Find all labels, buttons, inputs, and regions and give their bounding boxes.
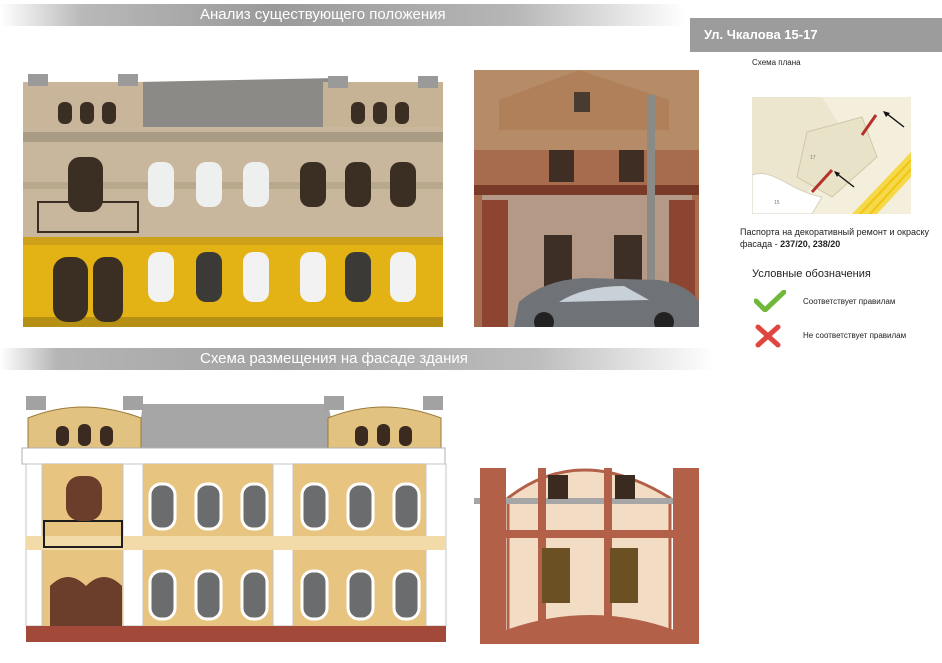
passport-info: Паспорта на декоративный ремонт и окраск… <box>740 226 940 250</box>
facade-drawing-main <box>18 396 448 643</box>
analysis-banner: Анализ существующего положения <box>0 4 685 26</box>
plan-caption: Схема плана <box>752 58 801 67</box>
address-label: Ул. Чкалова 15-17 <box>704 27 818 42</box>
scheme-title: Схема размещения на фасаде здания <box>200 350 468 367</box>
site-plan-map: 17 15 <box>751 97 912 215</box>
facade-drawing-side <box>470 450 702 646</box>
legend-label-noncompliant: Не соответствует правилам <box>803 331 907 340</box>
cross-icon <box>755 324 781 353</box>
building-photo-side <box>474 70 699 327</box>
address-box: Ул. Чкалова 15-17 <box>690 18 942 52</box>
checkmark-icon <box>753 289 787 317</box>
scheme-banner: Схема размещения на фасаде здания <box>0 348 715 370</box>
legend-title: Условные обозначения <box>752 268 871 280</box>
svg-text:15: 15 <box>774 200 780 206</box>
legend-label-compliant: Соответствует правилам <box>803 297 896 306</box>
passport-numbers: 237/20, 238/20 <box>780 239 841 249</box>
building-photo-main <box>18 72 448 327</box>
svg-text:17: 17 <box>810 155 816 161</box>
analysis-title: Анализ существующего положения <box>200 6 446 23</box>
